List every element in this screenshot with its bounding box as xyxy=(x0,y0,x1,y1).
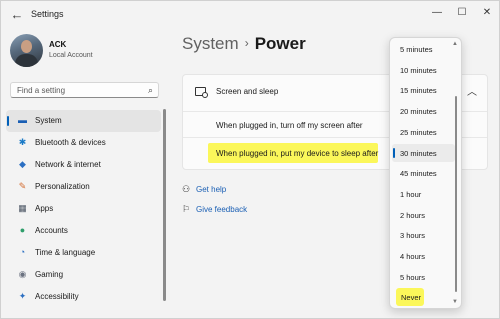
avatar-head xyxy=(21,40,32,53)
sidebar-item-label: Gaming xyxy=(35,270,64,279)
page-title: Power xyxy=(254,34,306,53)
dropdown-option[interactable]: 30 minutes xyxy=(392,143,455,162)
sidebar-nav: ▬ System ✱ Bluetooth & devices ◆ Network & in… xyxy=(6,110,161,308)
gaming-icon: ◉ xyxy=(18,269,27,279)
avatar[interactable] xyxy=(10,34,43,67)
sidebar-item-network-internet[interactable]: ◆ Network & internet xyxy=(6,154,161,176)
settings-window: ← Settings — ☐ ✕ ACK Local Account Find … xyxy=(0,0,500,319)
window-title: Settings xyxy=(31,9,64,19)
dropdown-option[interactable]: 5 minutes xyxy=(392,40,455,58)
sidebar-item-label: Accounts xyxy=(35,226,68,235)
sidebar-item-label: Personalization xyxy=(35,182,90,191)
dropdown-option[interactable]: 25 minutes xyxy=(392,123,455,141)
give-feedback-label: Give feedback xyxy=(196,205,248,214)
user-name: ACK xyxy=(49,40,67,49)
sleep-timeout-dropdown[interactable]: ▲ ▼ 5 minutes 10 minutes 15 minutes 20 minu… xyxy=(389,37,462,309)
avatar-body xyxy=(15,54,38,67)
get-help-link[interactable]: ⚇ Get help xyxy=(182,184,226,195)
sleep-label: When plugged in, put my device to sleep … xyxy=(216,149,379,158)
sidebar-item-accounts[interactable]: ● Accounts xyxy=(6,220,161,242)
network-internet-icon: ◆ xyxy=(19,159,26,169)
help-icon: ⚇ xyxy=(182,184,191,194)
dropdown-option[interactable]: 5 hours xyxy=(392,268,455,286)
sidebar-item-time-language[interactable]: ◔ Time & language xyxy=(6,242,161,264)
sidebar-item-label: System xyxy=(35,116,62,125)
dropdown-option[interactable]: Never xyxy=(396,288,424,307)
search-icon: ⌕ xyxy=(147,85,153,95)
bluetooth-devices-icon: ✱ xyxy=(18,137,27,147)
title-bar: ← Settings — ☐ ✕ xyxy=(1,1,499,29)
sidebar-item-label: Accessibility xyxy=(35,292,79,301)
user-account-type: Local Account xyxy=(49,52,93,59)
breadcrumb-parent[interactable]: System xyxy=(182,34,239,53)
apps-icon: ▦ xyxy=(18,203,27,213)
dropdown-option-label: 3 hours xyxy=(400,231,426,241)
dropdown-option-label: 10 minutes xyxy=(400,65,437,75)
sidebar-item-accessibility[interactable]: ✦ Accessibility xyxy=(6,286,161,308)
time-language-icon: ◔ xyxy=(19,247,26,257)
sidebar-scrollbar[interactable] xyxy=(163,109,166,301)
dropdown-option-label: 1 hour xyxy=(400,189,422,199)
dropdown-option-label: 30 minutes xyxy=(400,148,437,158)
feedback-icon: ⚐ xyxy=(182,204,191,214)
maximize-button[interactable]: ☐ xyxy=(453,6,471,20)
dropdown-option[interactable]: 3 hours xyxy=(392,226,455,244)
dropdown-option[interactable]: 4 hours xyxy=(392,247,455,265)
sidebar-item-label: Apps xyxy=(35,204,54,213)
dropdown-option-label: 5 minutes xyxy=(400,45,433,54)
breadcrumb: System › Power xyxy=(182,34,306,54)
breadcrumb-separator: › xyxy=(244,36,249,50)
dropdown-option-label: 20 minutes xyxy=(400,107,437,117)
dropdown-option-label: 4 hours xyxy=(400,252,426,261)
dropdown-option[interactable]: 15 minutes xyxy=(392,81,455,99)
system-icon: ▬ xyxy=(18,115,27,125)
screen-sleep-title[interactable]: Screen and sleep xyxy=(216,87,278,96)
dropdown-option-label: 25 minutes xyxy=(400,127,437,137)
scroll-down-icon[interactable]: ▼ xyxy=(452,299,458,305)
sidebar-item-bluetooth-devices[interactable]: ✱ Bluetooth & devices xyxy=(6,132,161,154)
selected-indicator xyxy=(393,147,395,158)
dropdown-option[interactable]: 10 minutes xyxy=(392,61,455,79)
dropdown-option-label: 2 hours xyxy=(400,210,426,220)
active-indicator xyxy=(7,116,9,126)
sidebar-item-personalization[interactable]: ✎ Personalization xyxy=(6,176,161,198)
give-feedback-link[interactable]: ⚐ Give feedback xyxy=(182,204,247,215)
sidebar-item-label: Time & language xyxy=(35,248,96,257)
search-placeholder: Find a setting xyxy=(17,86,66,95)
monitor-sleep-icon xyxy=(195,87,208,98)
personalization-icon: ✎ xyxy=(18,181,27,191)
search-input[interactable]: Find a setting ⌕ xyxy=(10,82,159,98)
dropdown-option-label: Never xyxy=(401,293,422,303)
dropdown-option-label: 45 minutes xyxy=(400,169,437,179)
sidebar-item-system[interactable]: ▬ System xyxy=(6,110,161,132)
minimize-button[interactable]: — xyxy=(428,6,446,20)
back-arrow-icon[interactable]: ← xyxy=(9,7,25,23)
screen-off-label: When plugged in, turn off my screen afte… xyxy=(216,121,363,130)
accessibility-icon: ✦ xyxy=(18,291,27,301)
sleep-highlight: When plugged in, put my device to sleep … xyxy=(208,143,378,163)
dropdown-option-label: 15 minutes xyxy=(400,86,437,96)
chevron-up-icon[interactable]: ︿ xyxy=(467,83,477,98)
dropdown-option[interactable]: 20 minutes xyxy=(392,102,455,120)
accounts-icon: ● xyxy=(19,225,26,235)
get-help-label: Get help xyxy=(196,185,227,194)
dropdown-scrollbar[interactable] xyxy=(455,96,457,292)
sidebar-item-gaming[interactable]: ◉ Gaming xyxy=(6,264,161,286)
dropdown-option-label: 5 hours xyxy=(400,272,426,282)
dropdown-option[interactable]: 2 hours xyxy=(392,206,455,224)
sidebar-item-apps[interactable]: ▦ Apps xyxy=(6,198,161,220)
sidebar-item-label: Network & internet xyxy=(35,160,101,169)
sidebar-item-label: Bluetooth & devices xyxy=(35,138,106,147)
close-button[interactable]: ✕ xyxy=(478,6,496,20)
dropdown-option[interactable]: 45 minutes xyxy=(392,164,455,182)
dropdown-option[interactable]: 1 hour xyxy=(392,185,455,203)
